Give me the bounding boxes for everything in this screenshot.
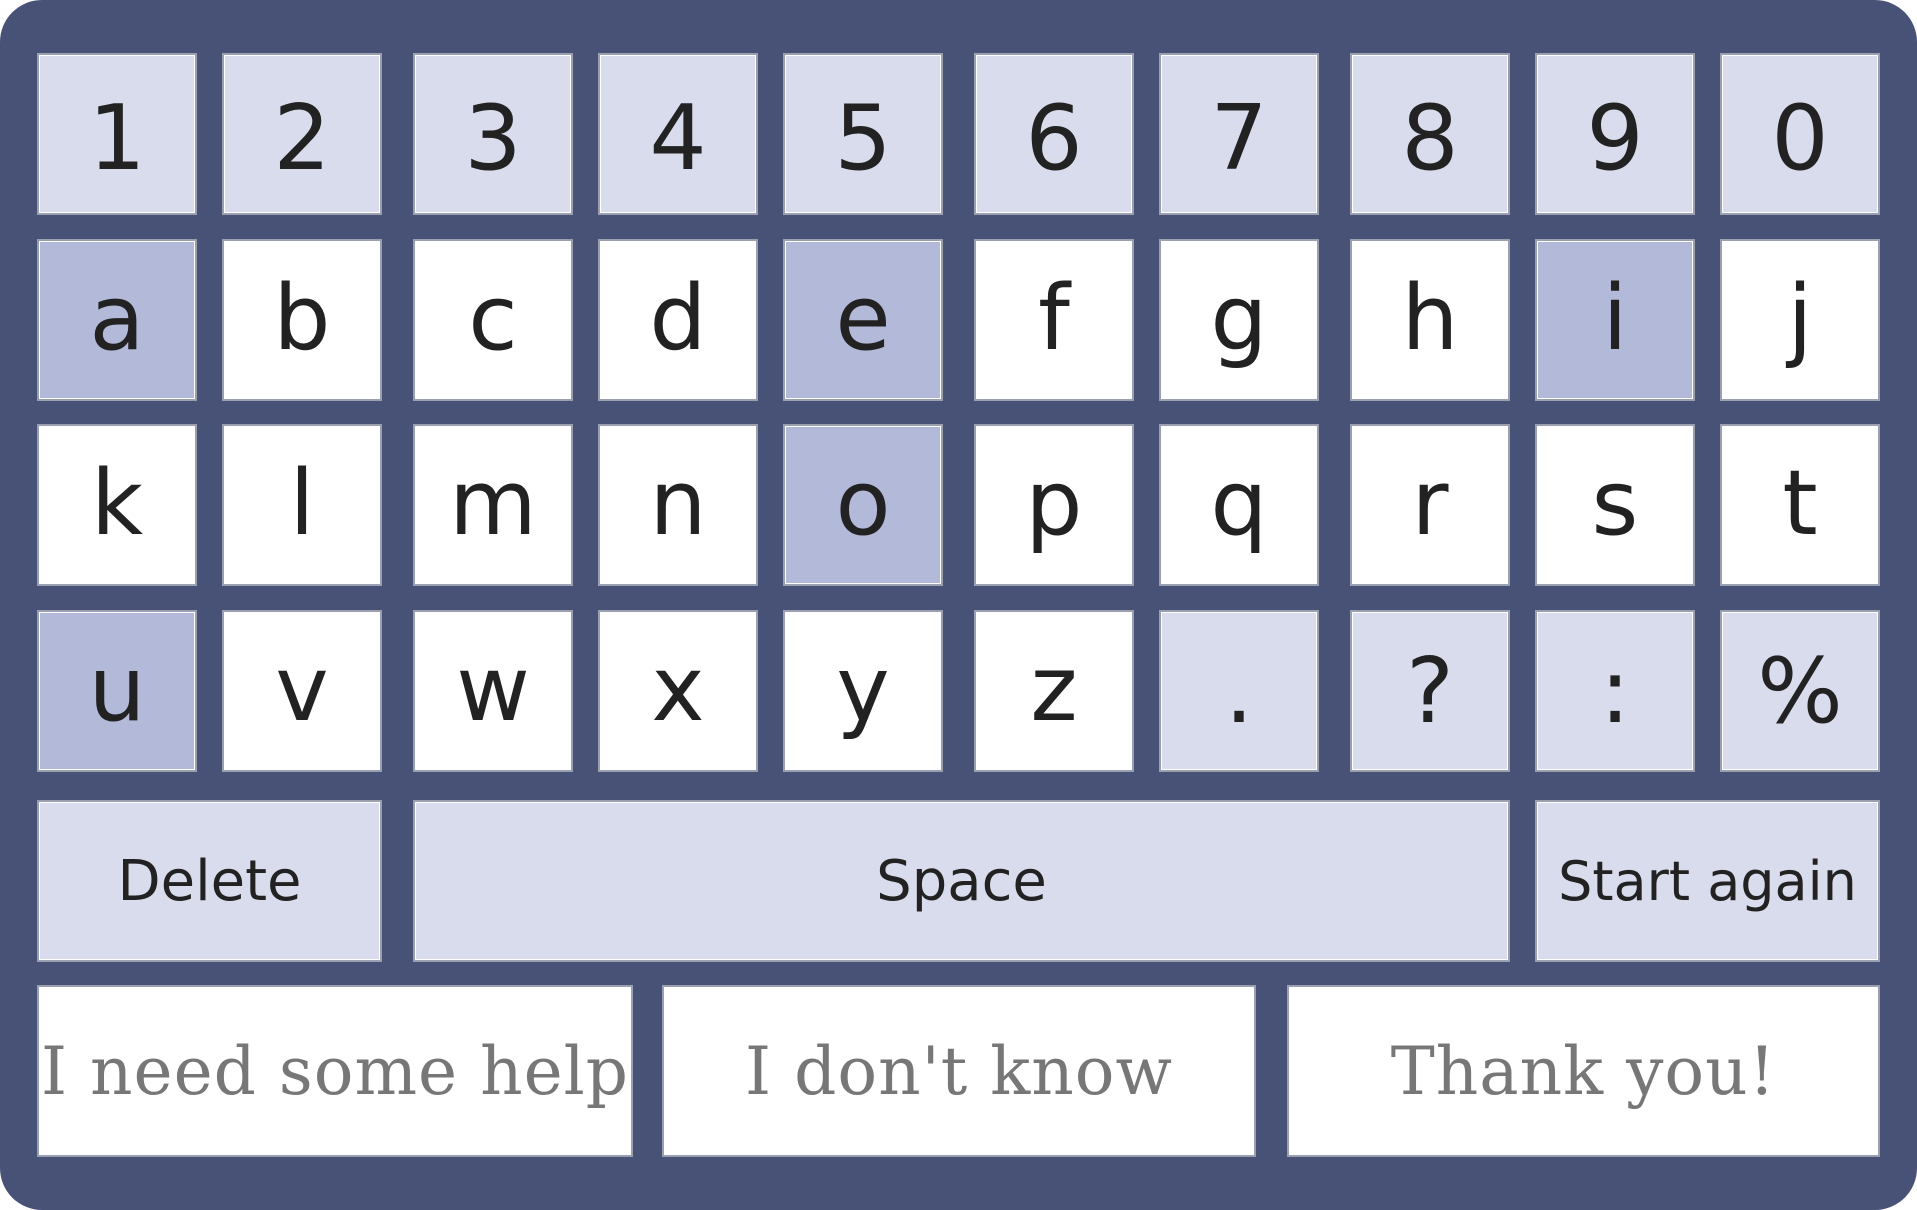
key-percent[interactable]: % (1720, 610, 1880, 772)
key-7[interactable]: 7 (1159, 53, 1319, 215)
key-8[interactable]: 8 (1350, 53, 1510, 215)
key-e[interactable]: e (783, 239, 943, 401)
key-b[interactable]: b (222, 239, 382, 401)
key-d[interactable]: d (598, 239, 758, 401)
key-colon[interactable]: : (1535, 610, 1695, 772)
key-x[interactable]: x (598, 610, 758, 772)
key-u[interactable]: u (37, 610, 197, 772)
key-h[interactable]: h (1350, 239, 1510, 401)
key-2[interactable]: 2 (222, 53, 382, 215)
key-p[interactable]: p (974, 424, 1134, 586)
key-l[interactable]: l (222, 424, 382, 586)
phrase-thank-you-button[interactable]: Thank you! (1287, 985, 1880, 1157)
key-r[interactable]: r (1350, 424, 1510, 586)
key-1[interactable]: 1 (37, 53, 197, 215)
phrase-dont-know-button[interactable]: I don't know (662, 985, 1256, 1157)
key-z[interactable]: z (974, 610, 1134, 772)
phrase-need-help-button[interactable]: I need some help (37, 985, 633, 1157)
key-0[interactable]: 0 (1720, 53, 1880, 215)
key-y[interactable]: y (783, 610, 943, 772)
key-question-mark[interactable]: ? (1350, 610, 1510, 772)
key-v[interactable]: v (222, 610, 382, 772)
key-9[interactable]: 9 (1535, 53, 1695, 215)
key-t[interactable]: t (1720, 424, 1880, 586)
key-4[interactable]: 4 (598, 53, 758, 215)
key-g[interactable]: g (1159, 239, 1319, 401)
key-f[interactable]: f (974, 239, 1134, 401)
key-5[interactable]: 5 (783, 53, 943, 215)
key-o[interactable]: o (783, 424, 943, 586)
communication-board: 1 2 3 4 5 6 7 8 9 0 a b c d e f g h i j … (0, 0, 1917, 1210)
key-s[interactable]: s (1535, 424, 1695, 586)
key-w[interactable]: w (413, 610, 573, 772)
key-k[interactable]: k (37, 424, 197, 586)
key-n[interactable]: n (598, 424, 758, 586)
key-j[interactable]: j (1720, 239, 1880, 401)
key-3[interactable]: 3 (413, 53, 573, 215)
key-c[interactable]: c (413, 239, 573, 401)
key-i[interactable]: i (1535, 239, 1695, 401)
key-a[interactable]: a (37, 239, 197, 401)
delete-button[interactable]: Delete (37, 800, 382, 962)
start-again-button[interactable]: Start again (1535, 800, 1880, 962)
key-period[interactable]: . (1159, 610, 1319, 772)
key-m[interactable]: m (413, 424, 573, 586)
space-button[interactable]: Space (413, 800, 1510, 962)
key-q[interactable]: q (1159, 424, 1319, 586)
key-6[interactable]: 6 (974, 53, 1134, 215)
